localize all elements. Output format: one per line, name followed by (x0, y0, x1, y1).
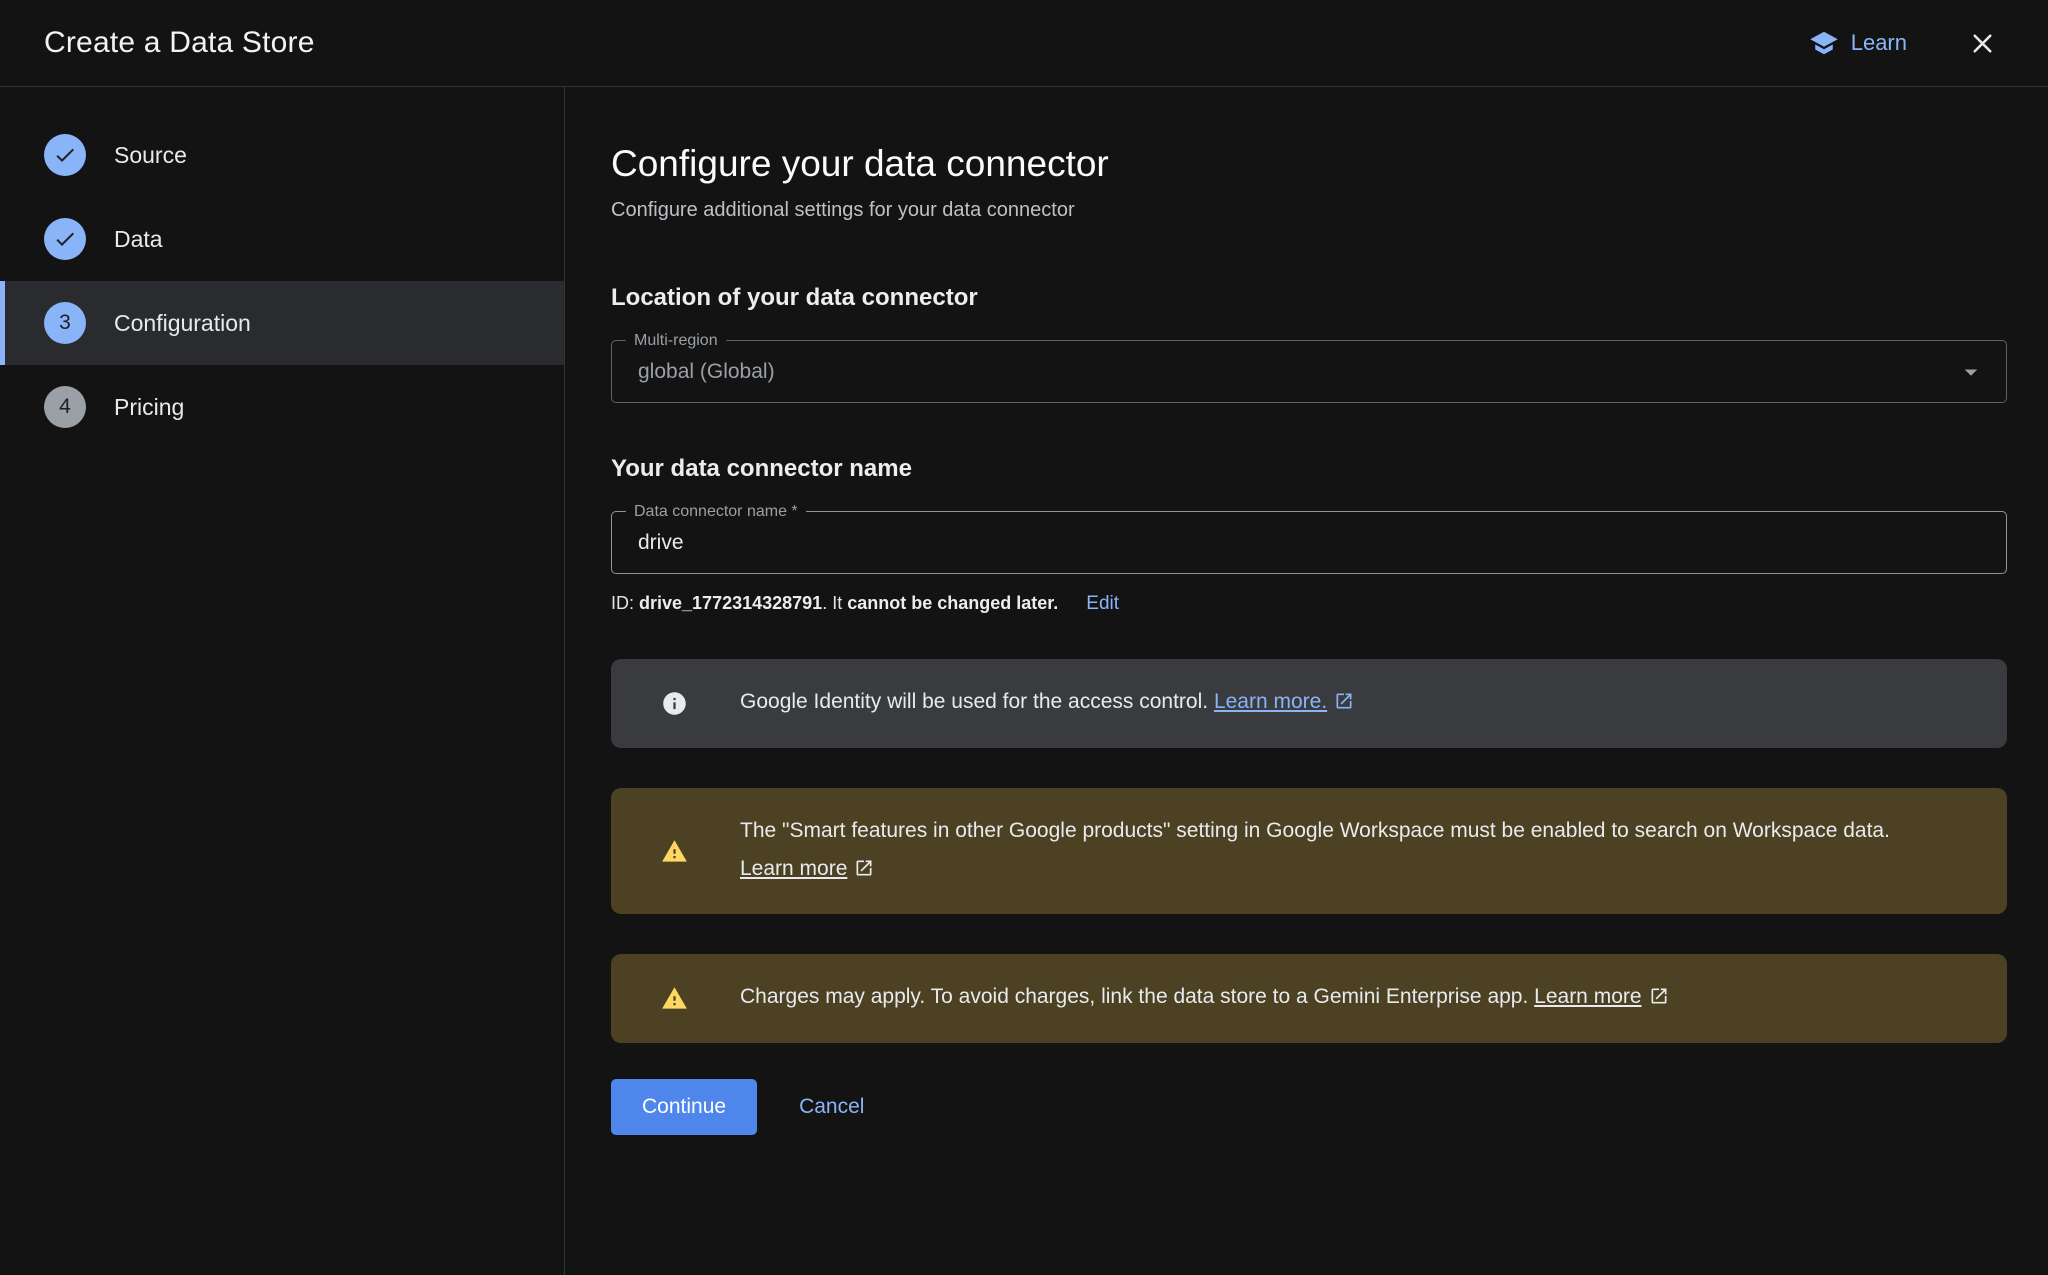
multi-region-label: Multi-region (626, 330, 726, 352)
chevron-down-icon (1956, 357, 1986, 387)
step-data-label: Data (114, 226, 163, 253)
warning-icon (661, 838, 688, 865)
data-connector-name-field[interactable]: Data connector name * (611, 511, 2007, 574)
main-panel: Configure your data connector Configure … (565, 87, 2048, 1275)
step-data[interactable]: Data (0, 197, 564, 281)
step-number-circle: 3 (44, 302, 86, 344)
external-link-icon (1334, 686, 1354, 724)
connector-id-helper: ID: drive_1772314328791. It cannot be ch… (611, 593, 2007, 615)
identity-info-banner: Google Identity will be used for the acc… (611, 659, 2007, 748)
charges-warning-text: Charges may apply. To avoid charges, lin… (740, 978, 1669, 1019)
name-section-heading: Your data connector name (611, 455, 2007, 483)
identity-info-text: Google Identity will be used for the acc… (740, 683, 1354, 724)
warning-icon (661, 985, 688, 1012)
create-data-store-dialog: Create a Data Store Learn (0, 0, 2048, 1275)
step-complete-circle (44, 134, 86, 176)
step-pricing-label: Pricing (114, 394, 184, 421)
workspace-warning-banner: The "Smart features in other Google prod… (611, 788, 2007, 915)
step-source-label: Source (114, 142, 187, 169)
learn-button[interactable]: Learn (1809, 28, 1907, 58)
workspace-learn-more-link[interactable]: Learn more (740, 857, 874, 880)
external-link-icon (854, 853, 874, 891)
graduation-cap-icon (1809, 28, 1839, 58)
charges-warning-banner: Charges may apply. To avoid charges, lin… (611, 954, 2007, 1043)
check-icon (53, 143, 77, 167)
location-section-heading: Location of your data connector (611, 284, 2007, 312)
data-connector-name-input[interactable] (638, 512, 1980, 573)
multi-region-value: global (Global) (638, 360, 775, 384)
multi-region-select: Multi-region global (Global) (611, 340, 2007, 403)
continue-button[interactable]: Continue (611, 1079, 757, 1135)
close-icon (1967, 28, 1998, 59)
helper-text: ID: drive_1772314328791. It cannot be ch… (611, 593, 1058, 614)
step-pricing: 4 Pricing (0, 365, 564, 449)
step-configuration[interactable]: 3 Configuration (0, 281, 564, 365)
connector-id-value: drive_1772314328791 (639, 593, 822, 613)
step-source[interactable]: Source (0, 113, 564, 197)
data-connector-name-label: Data connector name * (626, 501, 806, 523)
edit-id-link[interactable]: Edit (1086, 593, 1119, 615)
cancel-button[interactable]: Cancel (799, 1095, 864, 1119)
step-number-circle: 4 (44, 386, 86, 428)
step-configuration-label: Configuration (114, 310, 251, 337)
check-icon (53, 227, 77, 251)
charges-learn-more-link[interactable]: Learn more (1534, 985, 1668, 1008)
stepper-sidebar: Source Data 3 Configuration 4 Pricing (0, 87, 565, 1275)
workspace-warning-text: The "Smart features in other Google prod… (740, 812, 1963, 891)
page-title: Configure your data connector (611, 143, 2007, 185)
close-button[interactable] (1967, 28, 1998, 59)
external-link-icon (1649, 981, 1669, 1019)
dialog-title: Create a Data Store (44, 26, 315, 60)
step-complete-circle (44, 218, 86, 260)
dialog-body: Source Data 3 Configuration 4 Pricing (0, 87, 2048, 1275)
header-actions: Learn (1809, 28, 1998, 59)
identity-learn-more-link[interactable]: Learn more. (1214, 690, 1354, 713)
page-subtitle: Configure additional settings for your d… (611, 199, 2007, 222)
info-icon (661, 690, 688, 717)
form-actions: Continue Cancel (611, 1079, 2007, 1195)
learn-label: Learn (1851, 30, 1907, 56)
dialog-header: Create a Data Store Learn (0, 0, 2048, 87)
